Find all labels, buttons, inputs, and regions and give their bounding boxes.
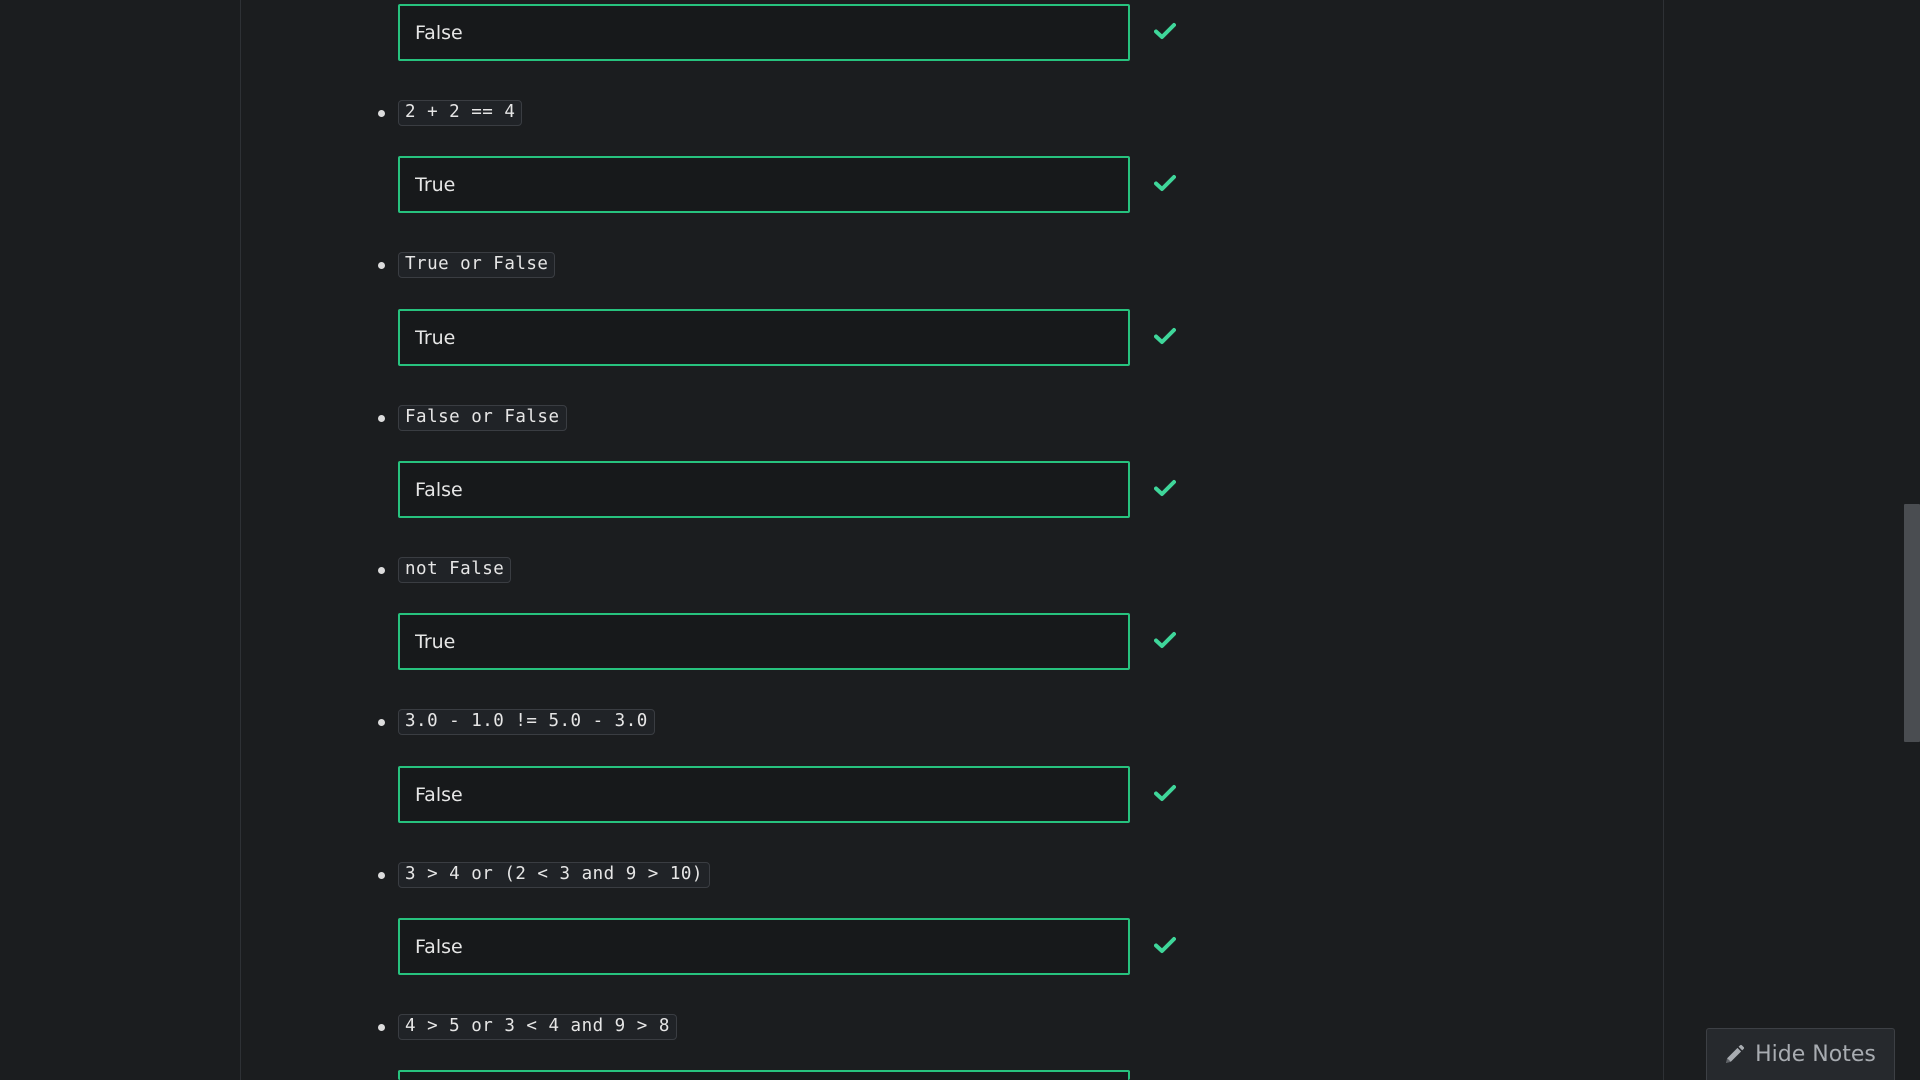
expression-code: 3.0 - 1.0 != 5.0 - 3.0 — [398, 709, 655, 735]
pencil-icon — [1726, 1044, 1745, 1063]
hide-notes-label: Hide Notes — [1755, 1042, 1876, 1067]
expression-code: not False — [398, 557, 512, 583]
list-item: 3.0 - 1.0 != 5.0 - 3.0 — [378, 709, 655, 735]
list-item: 4 > 5 or 3 < 4 and 9 > 8 — [378, 1014, 677, 1040]
answer-input[interactable] — [398, 613, 1130, 670]
answer-input[interactable] — [398, 4, 1130, 61]
answer-input[interactable] — [398, 309, 1130, 366]
list-item: 3 > 4 or (2 < 3 and 9 > 10) — [378, 862, 710, 888]
check-icon — [1154, 937, 1176, 953]
expression-code: 3 > 4 or (2 < 3 and 9 > 10) — [398, 862, 710, 888]
bullet-icon — [378, 718, 385, 726]
check-icon — [1154, 785, 1176, 801]
bullet-icon — [378, 109, 385, 117]
check-icon — [1154, 632, 1176, 648]
answer-input[interactable] — [398, 1070, 1130, 1080]
bullet-icon — [378, 261, 385, 269]
hide-notes-button[interactable]: Hide Notes — [1706, 1028, 1895, 1080]
list-item: False or False — [378, 405, 567, 431]
check-icon — [1154, 328, 1176, 344]
scrollbar-thumb[interactable] — [1904, 504, 1920, 742]
bullet-icon — [378, 1023, 385, 1031]
check-icon — [1154, 175, 1176, 191]
expression-code: False or False — [398, 405, 567, 431]
bullet-icon — [378, 414, 385, 422]
check-icon — [1154, 480, 1176, 496]
bullet-icon — [378, 566, 385, 574]
check-icon — [1154, 23, 1176, 39]
answer-input[interactable] — [398, 156, 1130, 213]
answer-input[interactable] — [398, 461, 1130, 518]
expression-code: 2 + 2 == 4 — [398, 100, 523, 126]
list-item: 2 + 2 == 4 — [378, 100, 523, 126]
list-item: not False — [378, 557, 512, 583]
expression-code: 4 > 5 or 3 < 4 and 9 > 8 — [398, 1014, 677, 1040]
answer-input[interactable] — [398, 766, 1130, 823]
expression-code: True or False — [398, 252, 556, 278]
list-item: True or False — [378, 252, 556, 278]
bullet-icon — [378, 871, 385, 879]
answer-input[interactable] — [398, 918, 1130, 975]
